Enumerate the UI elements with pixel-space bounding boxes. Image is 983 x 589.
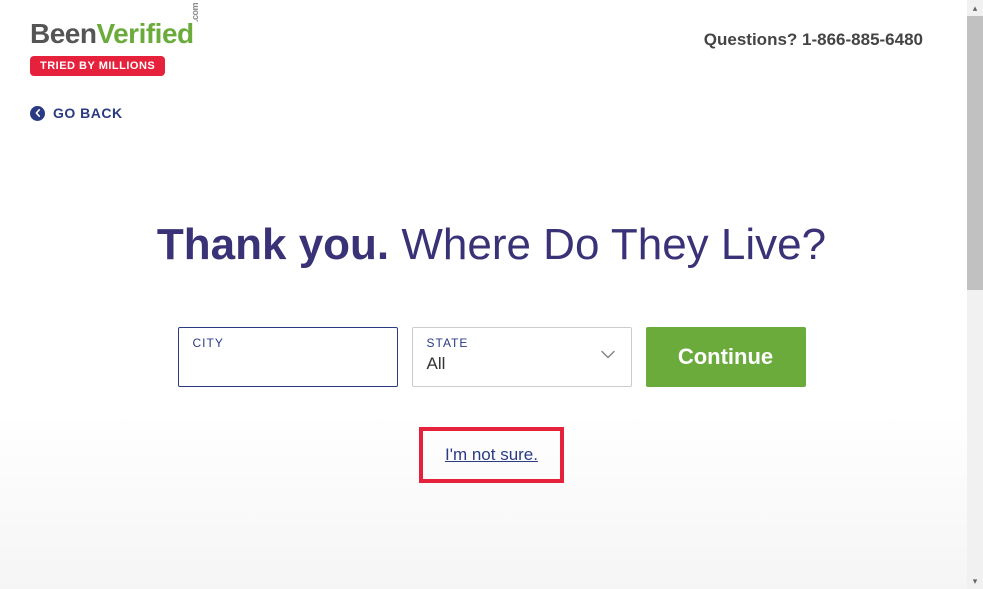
go-back-label: GO BACK <box>53 105 123 121</box>
chevron-down-icon <box>599 346 617 369</box>
state-label: STATE <box>427 336 617 350</box>
city-field-container[interactable]: CITY <box>178 327 398 387</box>
heading-rest: Where Do They Live? <box>389 220 826 269</box>
logo[interactable]: BeenVerified.com <box>30 20 194 48</box>
continue-button[interactable]: Continue <box>646 327 806 387</box>
logo-text-com: .com <box>191 3 200 22</box>
not-sure-link[interactable]: I'm not sure. <box>445 445 538 464</box>
state-selected-value: All <box>427 354 617 374</box>
tried-by-millions-badge: TRIED BY MILLIONS <box>30 56 165 76</box>
city-label: CITY <box>193 336 383 350</box>
logo-area: BeenVerified.com TRIED BY MILLIONS <box>30 20 194 76</box>
scrollbar-thumb[interactable] <box>967 0 983 290</box>
page-heading: Thank you. Where Do They Live? <box>142 217 842 272</box>
heading-bold: Thank you. <box>157 220 389 269</box>
logo-text-verified: Verified <box>96 18 193 49</box>
scroll-up-arrow[interactable]: ▴ <box>967 0 983 16</box>
not-sure-highlight-box: I'm not sure. <box>419 427 564 483</box>
chevron-left-icon <box>30 106 45 121</box>
questions-phone: Questions? 1-866-885-6480 <box>704 30 923 50</box>
logo-text-been: Been <box>30 18 96 49</box>
city-input[interactable] <box>193 354 383 374</box>
state-select[interactable]: STATE All <box>412 327 632 387</box>
scroll-down-arrow[interactable]: ▾ <box>967 573 983 589</box>
go-back-button[interactable]: GO BACK <box>30 105 123 121</box>
location-form: CITY STATE All Continue <box>0 327 983 387</box>
